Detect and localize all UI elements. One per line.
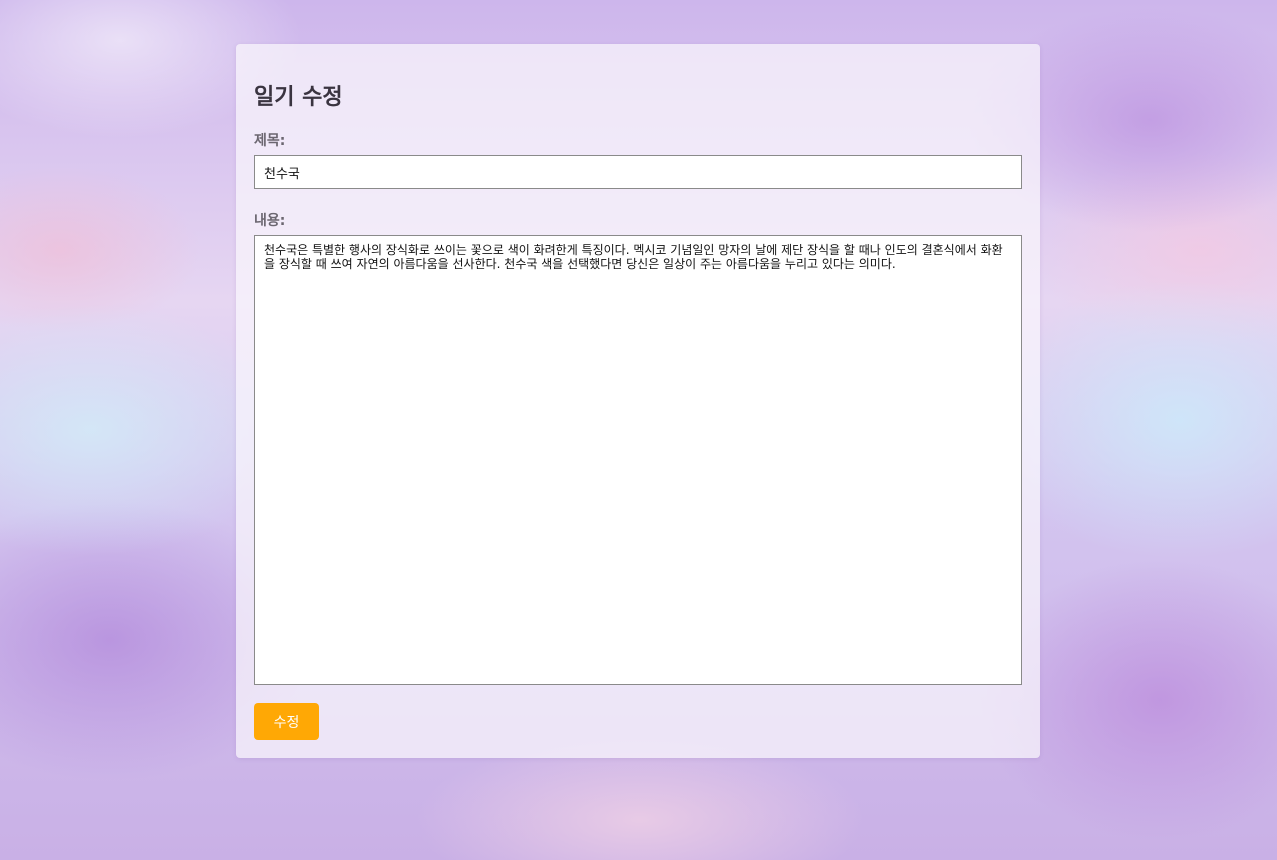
edit-diary-card: 일기 수정 제목: 내용: 천수국은 특별한 행사의 장식화로 쓰이는 꽃으로 … [236, 44, 1040, 758]
content-label: 내용: [254, 213, 286, 229]
title-label: 제목: [254, 133, 286, 149]
submit-edit-button[interactable]: 수정 [254, 703, 319, 740]
content-textarea[interactable]: 천수국은 특별한 행사의 장식화로 쓰이는 꽃으로 색이 화려한게 특징이다. … [254, 235, 1022, 685]
title-input[interactable] [254, 155, 1022, 189]
page-title: 일기 수정 [254, 85, 343, 110]
